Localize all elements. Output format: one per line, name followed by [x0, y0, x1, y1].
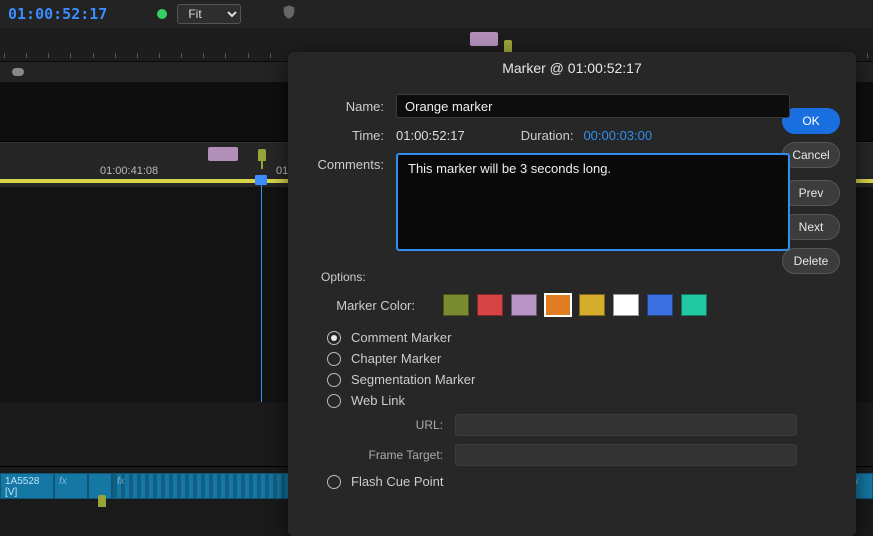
scrollbar-thumb[interactable] — [12, 68, 24, 76]
timeline-marker-icon[interactable] — [258, 149, 266, 161]
video-clip[interactable]: 1A5528 [V] — [0, 473, 54, 499]
color-swatch-row — [443, 294, 707, 316]
shield-icon[interactable] — [281, 4, 297, 25]
marker-type-radio[interactable]: Chapter Marker — [327, 351, 829, 366]
name-label: Name: — [308, 99, 384, 114]
timeline-clip-overview — [208, 147, 238, 161]
color-swatch[interactable] — [477, 294, 503, 316]
top-toolbar: 01:00:52:17 Fit — [0, 0, 873, 28]
time-value[interactable]: 01:00:52:17 — [396, 128, 465, 143]
color-swatch[interactable] — [579, 294, 605, 316]
fx-badge: fx — [59, 476, 67, 487]
options-header: Options: — [321, 270, 829, 284]
playhead-line[interactable] — [261, 185, 262, 402]
video-clip[interactable]: fx — [54, 473, 88, 499]
marker-type-label: Segmentation Marker — [351, 372, 475, 387]
overview-clip — [470, 32, 498, 46]
clip-waveform — [113, 474, 289, 498]
status-indicator-icon — [157, 9, 167, 19]
dialog-title: Marker @ 01:00:52:17 — [288, 52, 856, 84]
zoom-select[interactable]: Fit — [177, 4, 241, 24]
marker-type-radio[interactable]: Comment Marker — [327, 330, 829, 345]
comments-textarea[interactable] — [396, 153, 790, 251]
marker-type-label: Chapter Marker — [351, 351, 441, 366]
url-input[interactable] — [455, 414, 797, 436]
flash-cue-point-label: Flash Cue Point — [351, 474, 444, 489]
color-swatch[interactable] — [443, 294, 469, 316]
marker-type-radio[interactable]: Segmentation Marker — [327, 372, 829, 387]
comments-label: Comments: — [308, 157, 384, 172]
frame-target-input[interactable] — [455, 444, 797, 466]
color-swatch[interactable] — [681, 294, 707, 316]
color-swatch[interactable] — [511, 294, 537, 316]
current-timecode: 01:00:52:17 — [8, 5, 107, 23]
ruler-time-label: 01:00:41:08 — [100, 165, 158, 177]
options-group: Options: Marker Color: Comment Marker Cha… — [308, 269, 836, 496]
color-swatch[interactable] — [613, 294, 639, 316]
marker-type-radio-group: Comment Marker Chapter Marker Segmentation… — [327, 330, 829, 408]
clip-label: 1A5528 [V] — [5, 476, 39, 498]
color-swatch[interactable] — [647, 294, 673, 316]
track-marker-icon[interactable] — [98, 495, 106, 507]
marker-color-label: Marker Color: — [315, 298, 415, 313]
marker-name-input[interactable] — [396, 94, 790, 118]
marker-dialog: Marker @ 01:00:52:17 OK Cancel Prev Next… — [288, 52, 856, 536]
url-label: URL: — [357, 418, 443, 432]
time-label: Time: — [308, 128, 384, 143]
marker-type-label: Web Link — [351, 393, 405, 408]
duration-label: Duration: — [521, 128, 574, 143]
frame-target-label: Frame Target: — [357, 448, 443, 462]
marker-type-radio[interactable]: Web Link — [327, 393, 829, 408]
overview-marker — [504, 40, 512, 52]
duration-value[interactable]: 00:00:03:00 — [583, 128, 652, 143]
playhead-icon[interactable] — [255, 175, 267, 185]
color-swatch[interactable] — [545, 294, 571, 316]
flash-cue-point-radio[interactable]: Flash Cue Point — [327, 474, 829, 489]
marker-type-label: Comment Marker — [351, 330, 451, 345]
video-clip[interactable]: fx — [112, 473, 290, 499]
